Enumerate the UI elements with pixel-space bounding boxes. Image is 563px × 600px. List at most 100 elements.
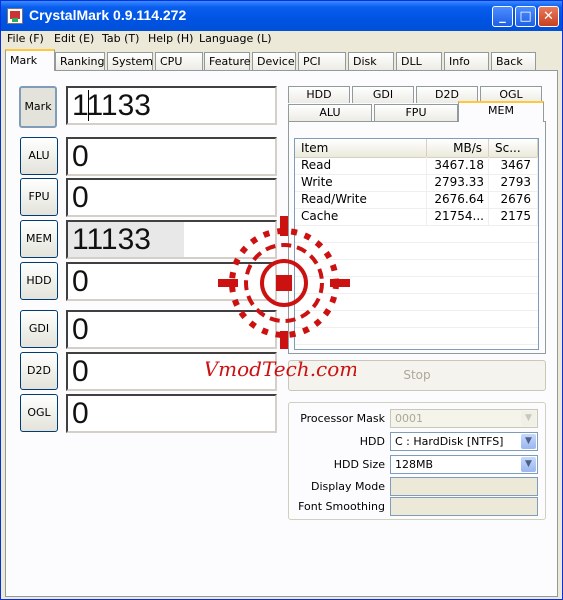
tab-pci[interactable]: PCI: [298, 52, 346, 70]
ogl-score-value: 0: [72, 397, 89, 430]
row-item: Cache: [295, 208, 427, 225]
alu-button[interactable]: ALU: [20, 137, 58, 175]
font-smoothing-label: Font Smoothing: [298, 500, 385, 513]
menu-file[interactable]: File (F): [7, 32, 44, 45]
results-list-header: Item MB/s Sc...: [295, 139, 538, 158]
hdd-button[interactable]: HDD: [20, 262, 58, 300]
row-mbs: 2676.64: [427, 191, 489, 208]
hdd-size-value: 128MB: [395, 458, 434, 471]
table-row-empty: [295, 242, 538, 260]
tab-back[interactable]: Back: [491, 52, 536, 70]
row-mbs: 3467.18: [427, 157, 489, 174]
table-row[interactable]: Write 2793.33 2793: [295, 174, 538, 192]
result-tab-alu[interactable]: ALU: [288, 104, 372, 121]
text-cursor: [88, 90, 89, 121]
table-row[interactable]: Read 3467.18 3467: [295, 157, 538, 175]
tab-mark[interactable]: Mark: [5, 49, 55, 71]
font-smoothing-field[interactable]: [390, 497, 538, 516]
mark-score: 11133: [66, 86, 277, 125]
alu-score-value: 0: [72, 140, 89, 173]
tab-ranking[interactable]: Ranking: [55, 52, 105, 70]
gdi-button[interactable]: GDI: [20, 310, 58, 348]
table-row-empty: [295, 293, 538, 311]
processor-mask-select[interactable]: 0001 ▼: [390, 409, 538, 428]
display-mode-label: Display Mode: [310, 480, 385, 493]
chevron-down-icon: ▼: [521, 457, 536, 472]
menu-help[interactable]: Help (H): [148, 32, 193, 45]
table-row-empty: [295, 276, 538, 294]
hdd-value: C : HardDisk [NTFS]: [395, 435, 504, 448]
hdd-score-value: 0: [72, 265, 89, 298]
table-row[interactable]: Read/Write 2676.64 2676: [295, 191, 538, 209]
processor-mask-value: 0001: [395, 412, 423, 425]
menu-bar: File (F) Edit (E) Tab (T) Help (H) Langu…: [1, 31, 562, 49]
results-list[interactable]: Item MB/s Sc... Read 3467.18 3467 Write …: [294, 138, 539, 350]
hdd-size-label: HDD Size: [333, 458, 385, 471]
column-score[interactable]: Sc...: [489, 139, 538, 157]
menu-tab[interactable]: Tab (T): [102, 32, 139, 45]
result-tab-mem[interactable]: MEM: [458, 101, 544, 122]
row-score: 3467: [489, 157, 538, 174]
menu-edit[interactable]: Edit (E): [54, 32, 94, 45]
ogl-button[interactable]: OGL: [20, 394, 58, 432]
mem-button[interactable]: MEM: [20, 220, 58, 258]
d2d-score-value: 0: [72, 355, 89, 388]
result-tab-gdi[interactable]: GDI: [352, 86, 414, 103]
display-mode-field[interactable]: [390, 477, 538, 496]
window-title: CrystalMark 0.9.114.272: [29, 7, 187, 23]
d2d-button[interactable]: D2D: [20, 352, 58, 390]
result-tab-fpu[interactable]: FPU: [374, 104, 458, 121]
table-row-empty: [295, 310, 538, 328]
stop-button[interactable]: Stop: [288, 360, 546, 391]
table-row[interactable]: Cache 21754... 2175: [295, 208, 538, 226]
close-button[interactable]: ✕: [538, 6, 559, 27]
column-mbs[interactable]: MB/s: [427, 139, 489, 157]
hdd-label: HDD: [359, 435, 385, 448]
row-score: 2793: [489, 174, 538, 191]
row-score: 2175: [489, 208, 538, 225]
title-bar[interactable]: CrystalMark 0.9.114.272 _ □ ✕: [1, 1, 562, 31]
row-score: 2676: [489, 191, 538, 208]
row-mbs: 2793.33: [427, 174, 489, 191]
chevron-down-icon: ▼: [521, 434, 536, 449]
hdd-size-select[interactable]: 128MB ▼: [390, 455, 538, 474]
tab-dll[interactable]: DLL: [396, 52, 442, 70]
processor-mask-label: Processor Mask: [300, 412, 385, 425]
main-tab-bar: Mark Ranking System CPU Feature Device P…: [1, 49, 562, 71]
hdd-select[interactable]: C : HardDisk [NTFS] ▼: [390, 432, 538, 451]
hdd-score: 0: [66, 262, 277, 301]
gdi-score: 0: [66, 310, 277, 349]
mark-score-value: 11133: [72, 89, 151, 122]
menu-language[interactable]: Language (L): [199, 32, 272, 45]
mem-score-value: 11133: [72, 223, 151, 256]
alu-score: 0: [66, 137, 277, 176]
table-row-empty: [295, 225, 538, 243]
fpu-score-value: 0: [72, 181, 89, 214]
minimize-button[interactable]: _: [492, 6, 513, 27]
column-item[interactable]: Item: [295, 139, 427, 157]
mark-button[interactable]: Mark: [19, 86, 57, 128]
tab-device[interactable]: Device: [252, 52, 296, 70]
table-row-empty: [295, 327, 538, 345]
crystalmark-window: CrystalMark 0.9.114.272 _ □ ✕ File (F) E…: [0, 0, 563, 600]
gdi-score-value: 0: [72, 313, 89, 346]
fpu-score: 0: [66, 178, 277, 217]
chevron-down-icon: ▼: [521, 411, 536, 426]
mem-score: 11133: [66, 220, 277, 259]
table-row-empty: [295, 259, 538, 277]
result-tab-hdd[interactable]: HDD: [288, 86, 350, 103]
app-icon: [7, 8, 23, 24]
tab-cpu[interactable]: CPU: [155, 52, 203, 70]
row-item: Read: [295, 157, 427, 174]
tab-disk[interactable]: Disk: [348, 52, 394, 70]
d2d-score: 0: [66, 352, 277, 391]
fpu-button[interactable]: FPU: [20, 178, 58, 216]
tab-info[interactable]: Info: [444, 52, 489, 70]
row-item: Read/Write: [295, 191, 427, 208]
row-item: Write: [295, 174, 427, 191]
ogl-score: 0: [66, 394, 277, 433]
row-mbs: 21754...: [427, 208, 489, 225]
tab-system[interactable]: System: [107, 52, 153, 70]
maximize-button[interactable]: □: [515, 6, 536, 27]
tab-feature[interactable]: Feature: [204, 52, 251, 70]
